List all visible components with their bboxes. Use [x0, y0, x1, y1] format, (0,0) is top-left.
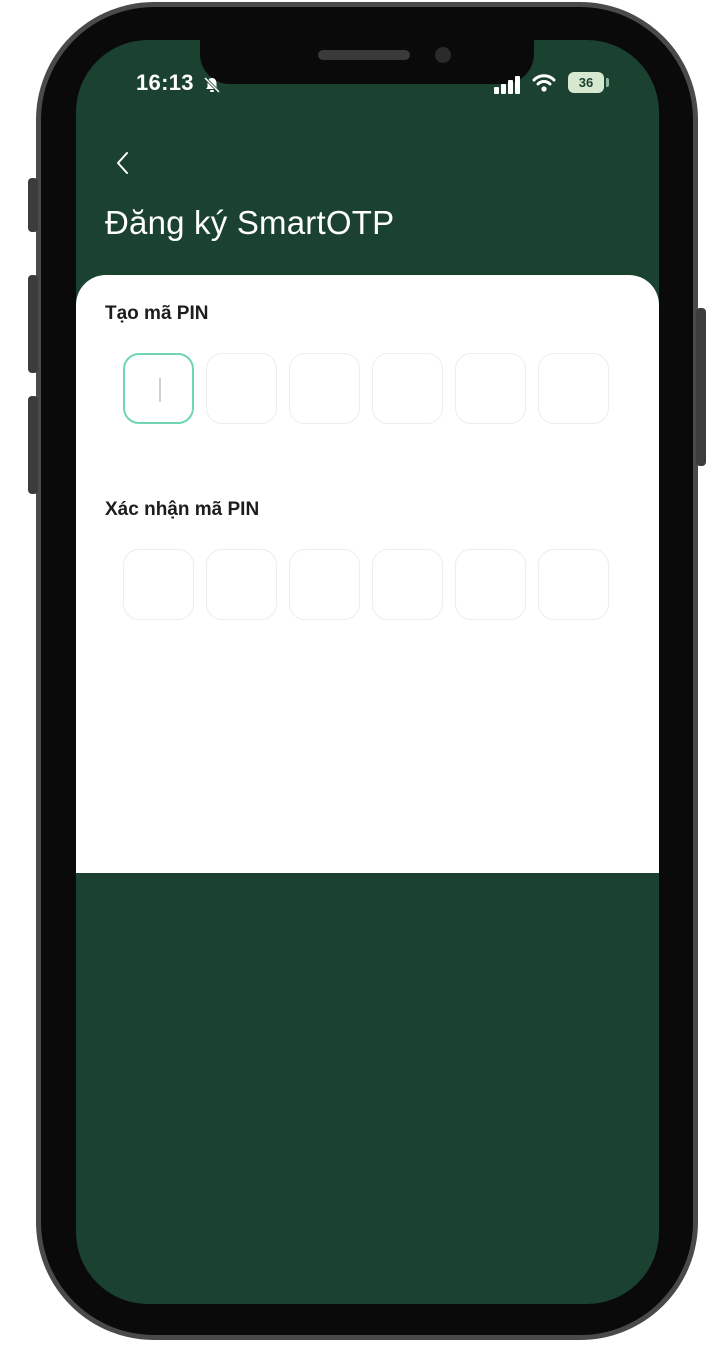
pin-form-card: Tạo mã PIN Xác nhận mã PIN [76, 275, 659, 873]
create-pin-digit-6[interactable] [538, 353, 609, 424]
battery-tip [606, 78, 609, 87]
create-pin-digit-4[interactable] [372, 353, 443, 424]
bell-off-icon [203, 76, 221, 94]
create-pin-label: Tạo mã PIN [105, 303, 209, 324]
silent-switch [28, 178, 38, 232]
confirm-pin-digit-5[interactable] [455, 549, 526, 620]
create-pin-digit-3[interactable] [289, 353, 360, 424]
speaker-grille [318, 50, 410, 60]
notch [200, 40, 534, 84]
create-pin-digit-2[interactable] [206, 353, 277, 424]
app-screen: 16:13 36 Đăng ký SmartOTP Tạo mã PIN Xác… [76, 40, 659, 1304]
confirm-pin-digit-2[interactable] [206, 549, 277, 620]
confirm-pin-digit-4[interactable] [372, 549, 443, 620]
chevron-left-icon [117, 152, 128, 174]
battery-level: 36 [578, 75, 594, 90]
confirm-pin-digit-6[interactable] [538, 549, 609, 620]
create-pin-input[interactable] [123, 353, 609, 424]
volume-down-button [28, 396, 38, 494]
confirm-pin-digit-1[interactable] [123, 549, 194, 620]
back-button[interactable] [108, 146, 136, 180]
signal-icon [494, 76, 522, 94]
volume-up-button [28, 275, 38, 373]
power-button [696, 308, 706, 466]
confirm-pin-digit-3[interactable] [289, 549, 360, 620]
create-pin-digit-5[interactable] [455, 353, 526, 424]
status-time: 16:13 [136, 70, 194, 95]
confirm-pin-label: Xác nhận mã PIN [105, 499, 260, 520]
wifi-icon [532, 73, 556, 93]
create-pin-digit-1[interactable] [123, 353, 194, 424]
confirm-pin-input[interactable] [123, 549, 609, 620]
front-camera [435, 47, 451, 63]
battery-icon: 36 [568, 72, 604, 93]
text-cursor [159, 378, 161, 402]
page-title: Đăng ký SmartOTP [105, 204, 395, 241]
